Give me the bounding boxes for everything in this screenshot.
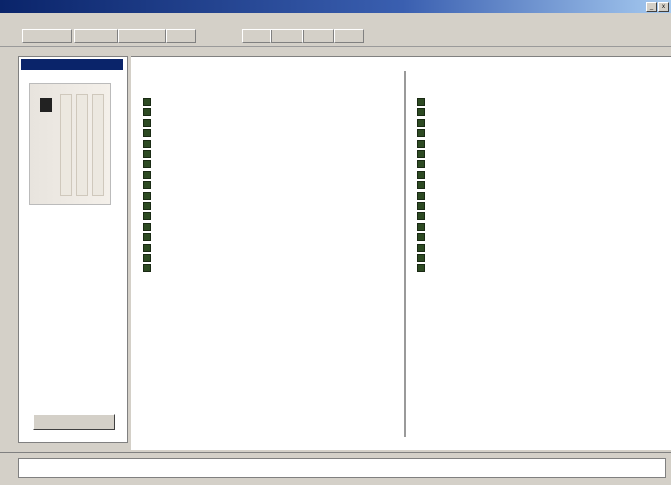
status-led-icon xyxy=(417,181,425,190)
reading-row xyxy=(417,97,653,107)
reading-row xyxy=(417,128,653,138)
status-led-icon xyxy=(417,212,425,221)
reading-row xyxy=(143,170,379,180)
status-led-icon xyxy=(143,202,151,210)
status-led-icon xyxy=(417,254,425,262)
status-led-icon xyxy=(143,170,151,179)
status-led-icon xyxy=(143,150,151,158)
reading-row xyxy=(143,159,379,169)
reading-row xyxy=(417,232,653,242)
status-led-icon xyxy=(417,202,425,210)
status-led-icon xyxy=(143,254,151,262)
status-led-icon xyxy=(417,264,425,273)
device-slot xyxy=(60,94,72,196)
toolbar-button[interactable] xyxy=(242,29,272,43)
reading-row xyxy=(143,139,379,149)
reading-row xyxy=(417,118,653,128)
toolbar-button[interactable] xyxy=(118,29,166,43)
device-panel-header xyxy=(21,59,123,70)
reading-row xyxy=(143,222,379,232)
status-led-icon xyxy=(417,222,425,231)
status-led-icon xyxy=(143,139,151,148)
reading-row xyxy=(417,263,653,273)
status-led-icon xyxy=(417,129,425,138)
status-bar xyxy=(0,452,671,485)
toolbar-button[interactable] xyxy=(74,29,118,43)
close-button[interactable]: x xyxy=(658,2,669,12)
reading-row xyxy=(417,107,653,117)
reading-row xyxy=(143,180,379,190)
status-led-icon xyxy=(417,108,425,117)
status-led-icon xyxy=(143,222,151,231)
toolbar-button[interactable] xyxy=(166,29,196,43)
reading-row xyxy=(417,139,653,149)
toolbar-button[interactable] xyxy=(334,29,364,43)
device-panel xyxy=(18,56,128,443)
status-led-icon xyxy=(417,170,425,179)
reading-row xyxy=(143,253,379,263)
reading-row xyxy=(143,201,379,211)
reading-row xyxy=(417,180,653,190)
reading-row xyxy=(417,201,653,211)
status-led-icon xyxy=(143,118,151,127)
status-led-icon xyxy=(417,98,425,106)
status-led-icon xyxy=(143,212,151,221)
readings-panel xyxy=(131,56,671,450)
reading-row xyxy=(143,97,379,107)
reading-row xyxy=(143,149,379,159)
status-led-icon xyxy=(417,118,425,127)
minimize-button[interactable]: _ xyxy=(646,2,657,12)
reading-row xyxy=(143,107,379,117)
toolbar xyxy=(0,24,671,47)
status-led-icon xyxy=(417,243,425,252)
reading-row xyxy=(143,263,379,273)
reading-row xyxy=(143,232,379,242)
reading-row xyxy=(417,253,653,263)
reading-row xyxy=(417,170,653,180)
status-led-icon xyxy=(143,160,151,169)
status-led-icon xyxy=(417,233,425,242)
status-led-icon xyxy=(417,191,425,200)
status-led-icon xyxy=(143,129,151,138)
reading-row xyxy=(143,118,379,128)
status-field xyxy=(18,458,666,478)
status-led-icon xyxy=(417,160,425,169)
reading-row xyxy=(417,191,653,201)
reading-row xyxy=(417,149,653,159)
toolbar-button[interactable] xyxy=(302,29,334,43)
toolbar-button[interactable] xyxy=(270,29,304,43)
status-led-icon xyxy=(143,181,151,190)
status-led-icon xyxy=(143,98,151,106)
device-slot xyxy=(92,94,104,196)
reading-row xyxy=(417,222,653,232)
device-port xyxy=(40,98,52,112)
toolbar-button[interactable] xyxy=(22,29,72,43)
reading-row xyxy=(417,211,653,221)
reading-row xyxy=(143,211,379,221)
column-divider xyxy=(404,71,406,437)
status-led-icon xyxy=(143,243,151,252)
reading-row xyxy=(143,128,379,138)
device-slot xyxy=(76,94,88,196)
reading-row xyxy=(417,243,653,253)
status-led-icon xyxy=(417,139,425,148)
status-led-icon xyxy=(143,233,151,242)
reading-row xyxy=(143,191,379,201)
status-led-icon xyxy=(417,150,425,158)
title-bar: _ x xyxy=(0,0,671,13)
reading-row xyxy=(417,159,653,169)
reading-row xyxy=(143,243,379,253)
device-image xyxy=(29,83,111,205)
status-led-icon xyxy=(143,191,151,200)
status-led-icon xyxy=(143,108,151,117)
menu-bar xyxy=(0,13,671,24)
device-panel-button[interactable] xyxy=(33,414,115,430)
status-led-icon xyxy=(143,264,151,273)
